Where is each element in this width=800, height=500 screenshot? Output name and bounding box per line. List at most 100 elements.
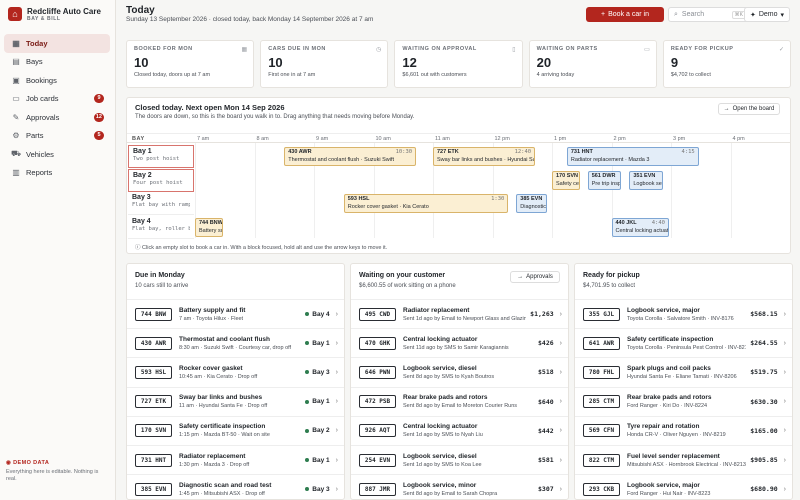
pickup-row[interactable]: 355 GJL Logbook service, major Toyota Coro… [575,299,792,328]
open-board-label: Open the board [732,106,775,112]
approval-row[interactable]: 926 AQT Central locking actuator Sent 1d a… [351,415,568,445]
approval-row[interactable]: 254 EVN Logbook service, diesel Sent 1d ag… [351,444,568,474]
block-job: Diagnostic scan and road test [520,204,546,210]
bay-row-3[interactable]: Bay 3 Flat bay with ramp [128,192,194,215]
booking-block[interactable]: 593 HSL 1:30 Rocker cover gasket · Kia Cer… [343,194,509,213]
schedule-header: BAY 7 am 8 am 9 am 10 am 11 am 12 pm 1 pm 2 pm 3… [127,133,790,143]
hour-label: 4 pm [732,136,745,142]
number-plate: 430 AWR [135,336,172,350]
stat-card-waiting-on-parts[interactable]: WAITING ON PARTS 20 4 arriving today ▭ [528,40,657,88]
sidebar-item-bookings[interactable]: ▣ Bookings [4,71,110,90]
bay-row-4[interactable]: Bay 4Flat bay, roller brake tester [128,216,194,239]
stat-label: CARS DUE IN MON [268,46,326,52]
demo-tag: ◉ DEMO DATA [6,460,50,466]
book-car-button[interactable]: + Book a car in [586,7,664,22]
row-text: Sway bar links and bushes 11 am · Hyundai… [179,394,301,409]
row-text: Safety certificate inspection 1:15 pm · M… [179,423,301,438]
demo-dropdown[interactable]: ✦ Demo ▾ [744,7,790,22]
booking-block[interactable]: 561 DWRPre trip inspection [587,170,622,190]
pickup-row[interactable]: 780 FHL Spark plugs and coil packs Hyundai… [575,357,792,386]
due-row[interactable]: 430 AWR Thermostat and coolant flush 8:30 … [127,328,344,357]
row-amount: $640 [538,397,554,406]
arrow-right-icon: → [517,274,524,280]
bay-row-2[interactable]: Bay 2 Four post hoist [128,168,194,192]
bay-row-1[interactable]: Bay 1 Two post hoist [128,145,194,168]
block-plate: 731 HNT [570,149,593,155]
block-header: 440 JKL 4:40 [616,220,666,226]
number-plate: 293 CKB [583,482,620,496]
due-row[interactable]: 385 EVN Diagnostic scan and road test 1:45… [127,474,344,499]
row-amount: $680.90 [750,485,778,494]
box-icon: ▭ [644,47,650,53]
topbar: Today Sunday 13 September 2026 · closed … [116,0,800,30]
number-plate: 593 HSL [135,365,172,379]
search-input[interactable]: ⌕ Search ⌘K [668,7,752,22]
booking-block[interactable]: 351 EVNLogbook service, major [629,170,664,190]
booking-block[interactable]: 385 EVN Diagnostic scan and road test [516,194,548,213]
chevron-right-icon: › [783,339,786,347]
booking-block[interactable]: 440 JKL 4:40Central locking actuator · To… [611,217,669,237]
block-plate: 727 ETK [437,149,459,155]
row-title: Logbook service, major [627,481,700,489]
stat-card-booked-for-mon[interactable]: BOOKED FOR MON 10 Closed today, doors up a… [126,40,255,88]
stat-card-cars-due-in-mon[interactable]: CARS DUE IN MON 10 First one in at 7 am ◷ [260,40,389,88]
block-job: Rocker cover gasket · Kia Cerato [347,204,429,210]
status-dot-icon [305,458,310,463]
approval-row[interactable]: 887 JMR Logbook service, minor Sent 8d ago… [351,474,568,499]
chevron-right-icon: › [783,368,786,376]
row-amount: $165.00 [750,426,778,435]
pickup-row[interactable]: 822 CTM Fuel level sender replacement Mits… [575,444,792,474]
row-title: Safety certificate inspection [627,335,714,343]
hour-label: 8 am [256,136,269,142]
assigned-bay: Bay 2 [305,427,330,435]
sidebar-item-job-cards[interactable]: ▭ Job cards 9 [4,90,110,109]
stat-card-waiting-on-approval[interactable]: WAITING ON APPROVAL 12 $6,601 out with cus… [394,40,523,88]
stat-label: WAITING ON APPROVAL [402,46,477,52]
approval-row[interactable]: 470 GHK Central locking actuator Sent 11d … [351,328,568,357]
sidebar-item-parts[interactable]: ⚙ Parts 5 [4,127,110,146]
approval-row[interactable]: 495 CWD Radiator replacement Sent 1d ago b… [351,299,568,328]
due-in-panel: Due in Monday 10 cars still to arrive 74… [126,263,345,500]
sidebar-item-vehicles[interactable]: ⛟ Vehicles [4,145,110,164]
chevron-right-icon: › [559,456,562,464]
chevron-right-icon: › [335,368,338,376]
sidebar-item-approvals[interactable]: ✎ Approvals 12 [4,108,110,127]
search-icon: ⌕ [674,10,678,18]
pickup-row[interactable]: 641 AWR Safety certificate inspection Toyo… [575,328,792,357]
pickup-list: 355 GJL Logbook service, major Toyota Coro… [575,299,792,499]
approval-panel-subtitle: $6,600.55 of work sitting on a phone [359,283,456,289]
brand-subtitle: BAY & BILL [27,16,61,22]
due-row[interactable]: 731 HNT Radiator replacement 1:30 pm · Maz… [127,444,344,474]
due-row[interactable]: 727 ETK Sway bar links and bushes 11 am · … [127,386,344,416]
brand[interactable]: ⌂ Redcliffe Auto Care BAY & BILL [8,7,101,22]
pickup-row[interactable]: 569 CFN Tyre repair and rotation Honda CR-… [575,415,792,445]
pickup-row[interactable]: 285 CTM Rear brake pads and rotors Ford Ra… [575,386,792,416]
pickup-row[interactable]: 293 CKB Logbook service, major Ford Ranger… [575,474,792,499]
open-board-button[interactable]: → Open the board [718,103,780,115]
approval-row[interactable]: 472 PSB Rear brake pads and rotors Sent 8d… [351,386,568,416]
sidebar-item-today[interactable]: ▦ Today [4,34,110,53]
stat-card-ready-for-pickup[interactable]: READY FOR PICKUP 9 $4,702 to collect ✓ [662,40,792,88]
sidebar-item-bays[interactable]: ▤ Bays [4,53,110,72]
due-row[interactable]: 170 SVN Safety certificate inspection 1:15… [127,415,344,445]
sidebar: ⌂ Redcliffe Auto Care BAY & BILL ▦ Today ▤… [0,0,116,500]
reports-icon: ▥ [12,168,20,178]
row-title: Diagnostic scan and road test [179,481,272,489]
booking-block[interactable]: 727 ETK 12:40 Sway bar links and bushes · … [433,147,536,166]
assigned-bay-label: Bay 2 [312,427,330,435]
row-text: Rear brake pads and rotors Ford Ranger · … [627,394,746,409]
sidebar-item-reports[interactable]: ▥ Reports [4,164,110,183]
approval-row[interactable]: 646 PWN Logbook service, diesel Sent 8d ag… [351,357,568,386]
hour-gridline [552,143,553,238]
booking-block[interactable]: 170 SVNSafety certificate inspection [552,170,580,190]
booking-block[interactable]: 731 HNT 4:15 Radiator replacement · Mazda … [566,147,699,166]
approvals-button[interactable]: → Approvals [510,271,560,283]
due-row[interactable]: 744 BNW Battery supply and fit 7 am · Toyo… [127,299,344,328]
row-text: Rear brake pads and rotors Sent 8d ago by… [403,394,534,409]
assigned-bay: Bay 3 [305,369,330,376]
assigned-bay-label: Bay 1 [312,398,330,406]
due-row[interactable]: 593 HSL Rocker cover gasket 10:45 am · Kia… [127,357,344,386]
booking-block[interactable]: 744 BNWBattery supply and fit [195,217,223,237]
booking-block[interactable]: 430 AWR 10:30 Thermostat and coolant flush… [284,147,417,166]
hour-label: 2 pm [613,136,626,142]
